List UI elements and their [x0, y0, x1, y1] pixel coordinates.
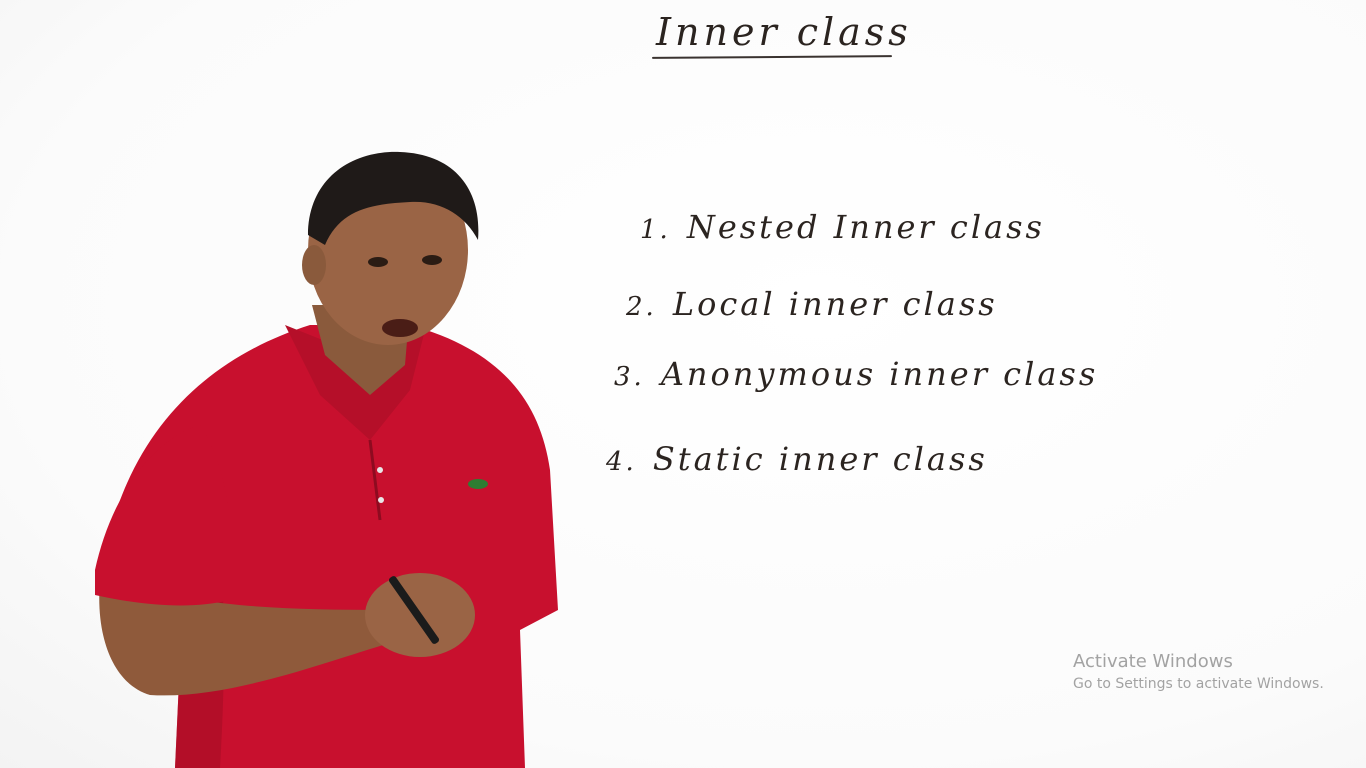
watermark-title: Activate Windows — [1073, 651, 1233, 672]
title-underline — [651, 55, 893, 59]
item-number: 2. — [626, 292, 657, 322]
item-text: Static inner class — [652, 440, 988, 478]
list-item: 2. Local inner class — [626, 285, 998, 323]
item-number: 4. — [606, 447, 637, 477]
item-text: Anonymous inner class — [660, 355, 1099, 393]
presenter-figure — [95, 151, 558, 768]
item-text: Local inner class — [672, 285, 998, 323]
item-number: 1. — [640, 215, 671, 245]
activate-windows-watermark: Activate Windows Go to Settings to activ… — [1073, 651, 1324, 695]
list-item: 3. Anonymous inner class — [614, 355, 1098, 393]
item-number: 3. — [614, 362, 645, 392]
list-item: 1. Nested Inner class — [640, 208, 1045, 246]
board-title: Inner class — [656, 10, 912, 54]
list-item: 4. Static inner class — [606, 440, 988, 478]
watermark-subtitle: Go to Settings to activate Windows. — [1073, 676, 1324, 692]
udemy-logo-icon — [1306, 746, 1358, 762]
video-frame: Inner class 1. Nested Inner class 2. Local… — [0, 0, 1366, 768]
item-text: Nested Inner class — [686, 208, 1045, 246]
